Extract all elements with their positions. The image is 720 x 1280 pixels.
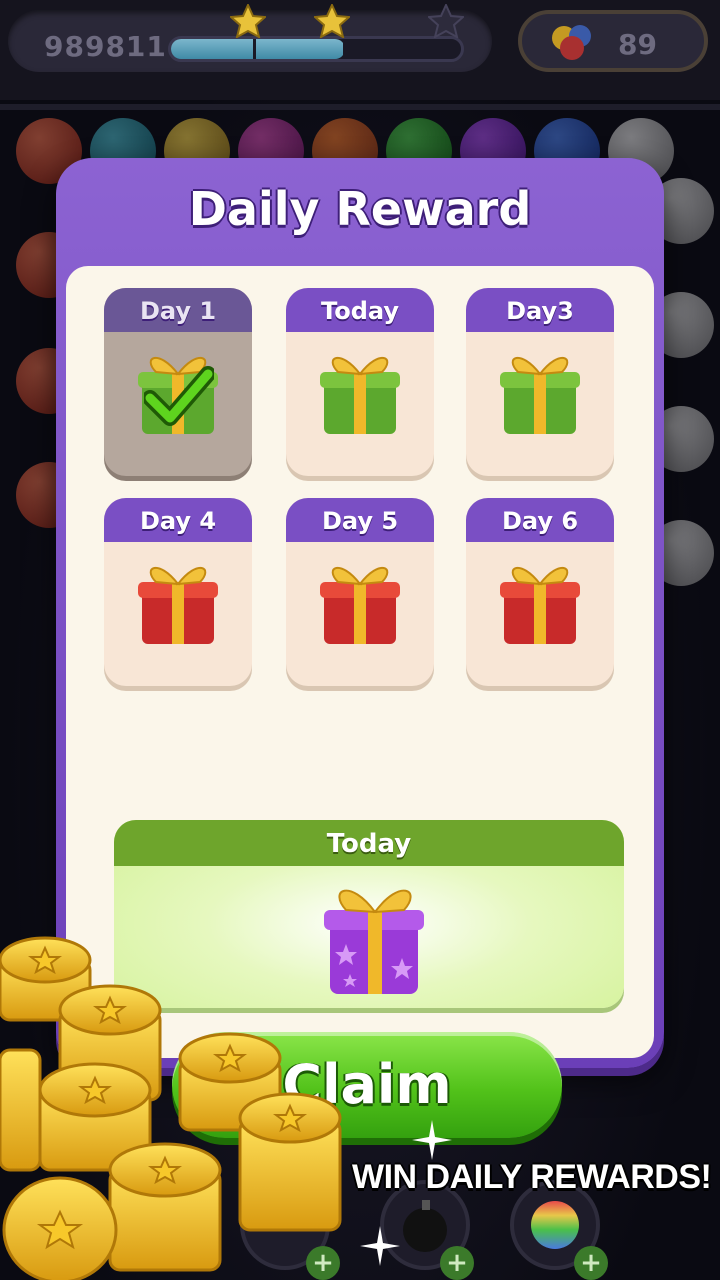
top-hud: 989811 89 xyxy=(0,0,720,100)
ball-count-value: 89 xyxy=(618,28,657,61)
progress-tick xyxy=(343,39,346,59)
day-label: Day 4 xyxy=(104,498,252,542)
balls-icon xyxy=(552,25,591,60)
add-booster-button[interactable]: + xyxy=(440,1246,474,1280)
red-gift-icon xyxy=(138,566,218,644)
star-outline-icon xyxy=(428,4,464,38)
green-gift-icon xyxy=(320,356,400,434)
ball-counter: 89 xyxy=(518,10,708,72)
sparkle-icon xyxy=(412,1120,452,1160)
day-label: Day3 xyxy=(466,288,614,332)
dialog-title: Daily Reward xyxy=(188,182,532,236)
score-value: 989811 xyxy=(44,30,167,63)
red-gift-icon xyxy=(500,566,580,644)
add-booster-button[interactable]: + xyxy=(574,1246,608,1280)
day-card-5[interactable]: Day 5 xyxy=(286,498,434,686)
score-panel: 989811 xyxy=(8,4,492,72)
day-label: Day 6 xyxy=(466,498,614,542)
level-progress-bar xyxy=(168,36,464,62)
green-gift-icon xyxy=(500,356,580,434)
day-card-1[interactable]: Day 1 xyxy=(104,288,252,476)
day-label: Day 1 xyxy=(104,288,252,332)
big-reward-label: Today xyxy=(114,820,624,866)
checkmark-icon xyxy=(144,366,214,426)
day-card-4[interactable]: Day 4 xyxy=(104,498,252,686)
progress-tick xyxy=(253,39,256,59)
red-gift-icon xyxy=(320,566,400,644)
promo-caption: WIN DAILY REWARDS! xyxy=(352,1158,712,1196)
star-icon xyxy=(230,4,266,38)
sparkle-icon xyxy=(360,1226,400,1266)
day-card-6[interactable]: Day 6 xyxy=(466,498,614,686)
day-card-3[interactable]: Day3 xyxy=(466,288,614,476)
star-icon xyxy=(314,4,350,38)
day-card-today[interactable]: Today xyxy=(286,288,434,476)
level-progress-fill xyxy=(171,39,345,59)
day-label: Today xyxy=(286,288,434,332)
board-divider xyxy=(0,104,720,110)
gold-coins-pile xyxy=(0,936,342,1280)
day-label: Day 5 xyxy=(286,498,434,542)
